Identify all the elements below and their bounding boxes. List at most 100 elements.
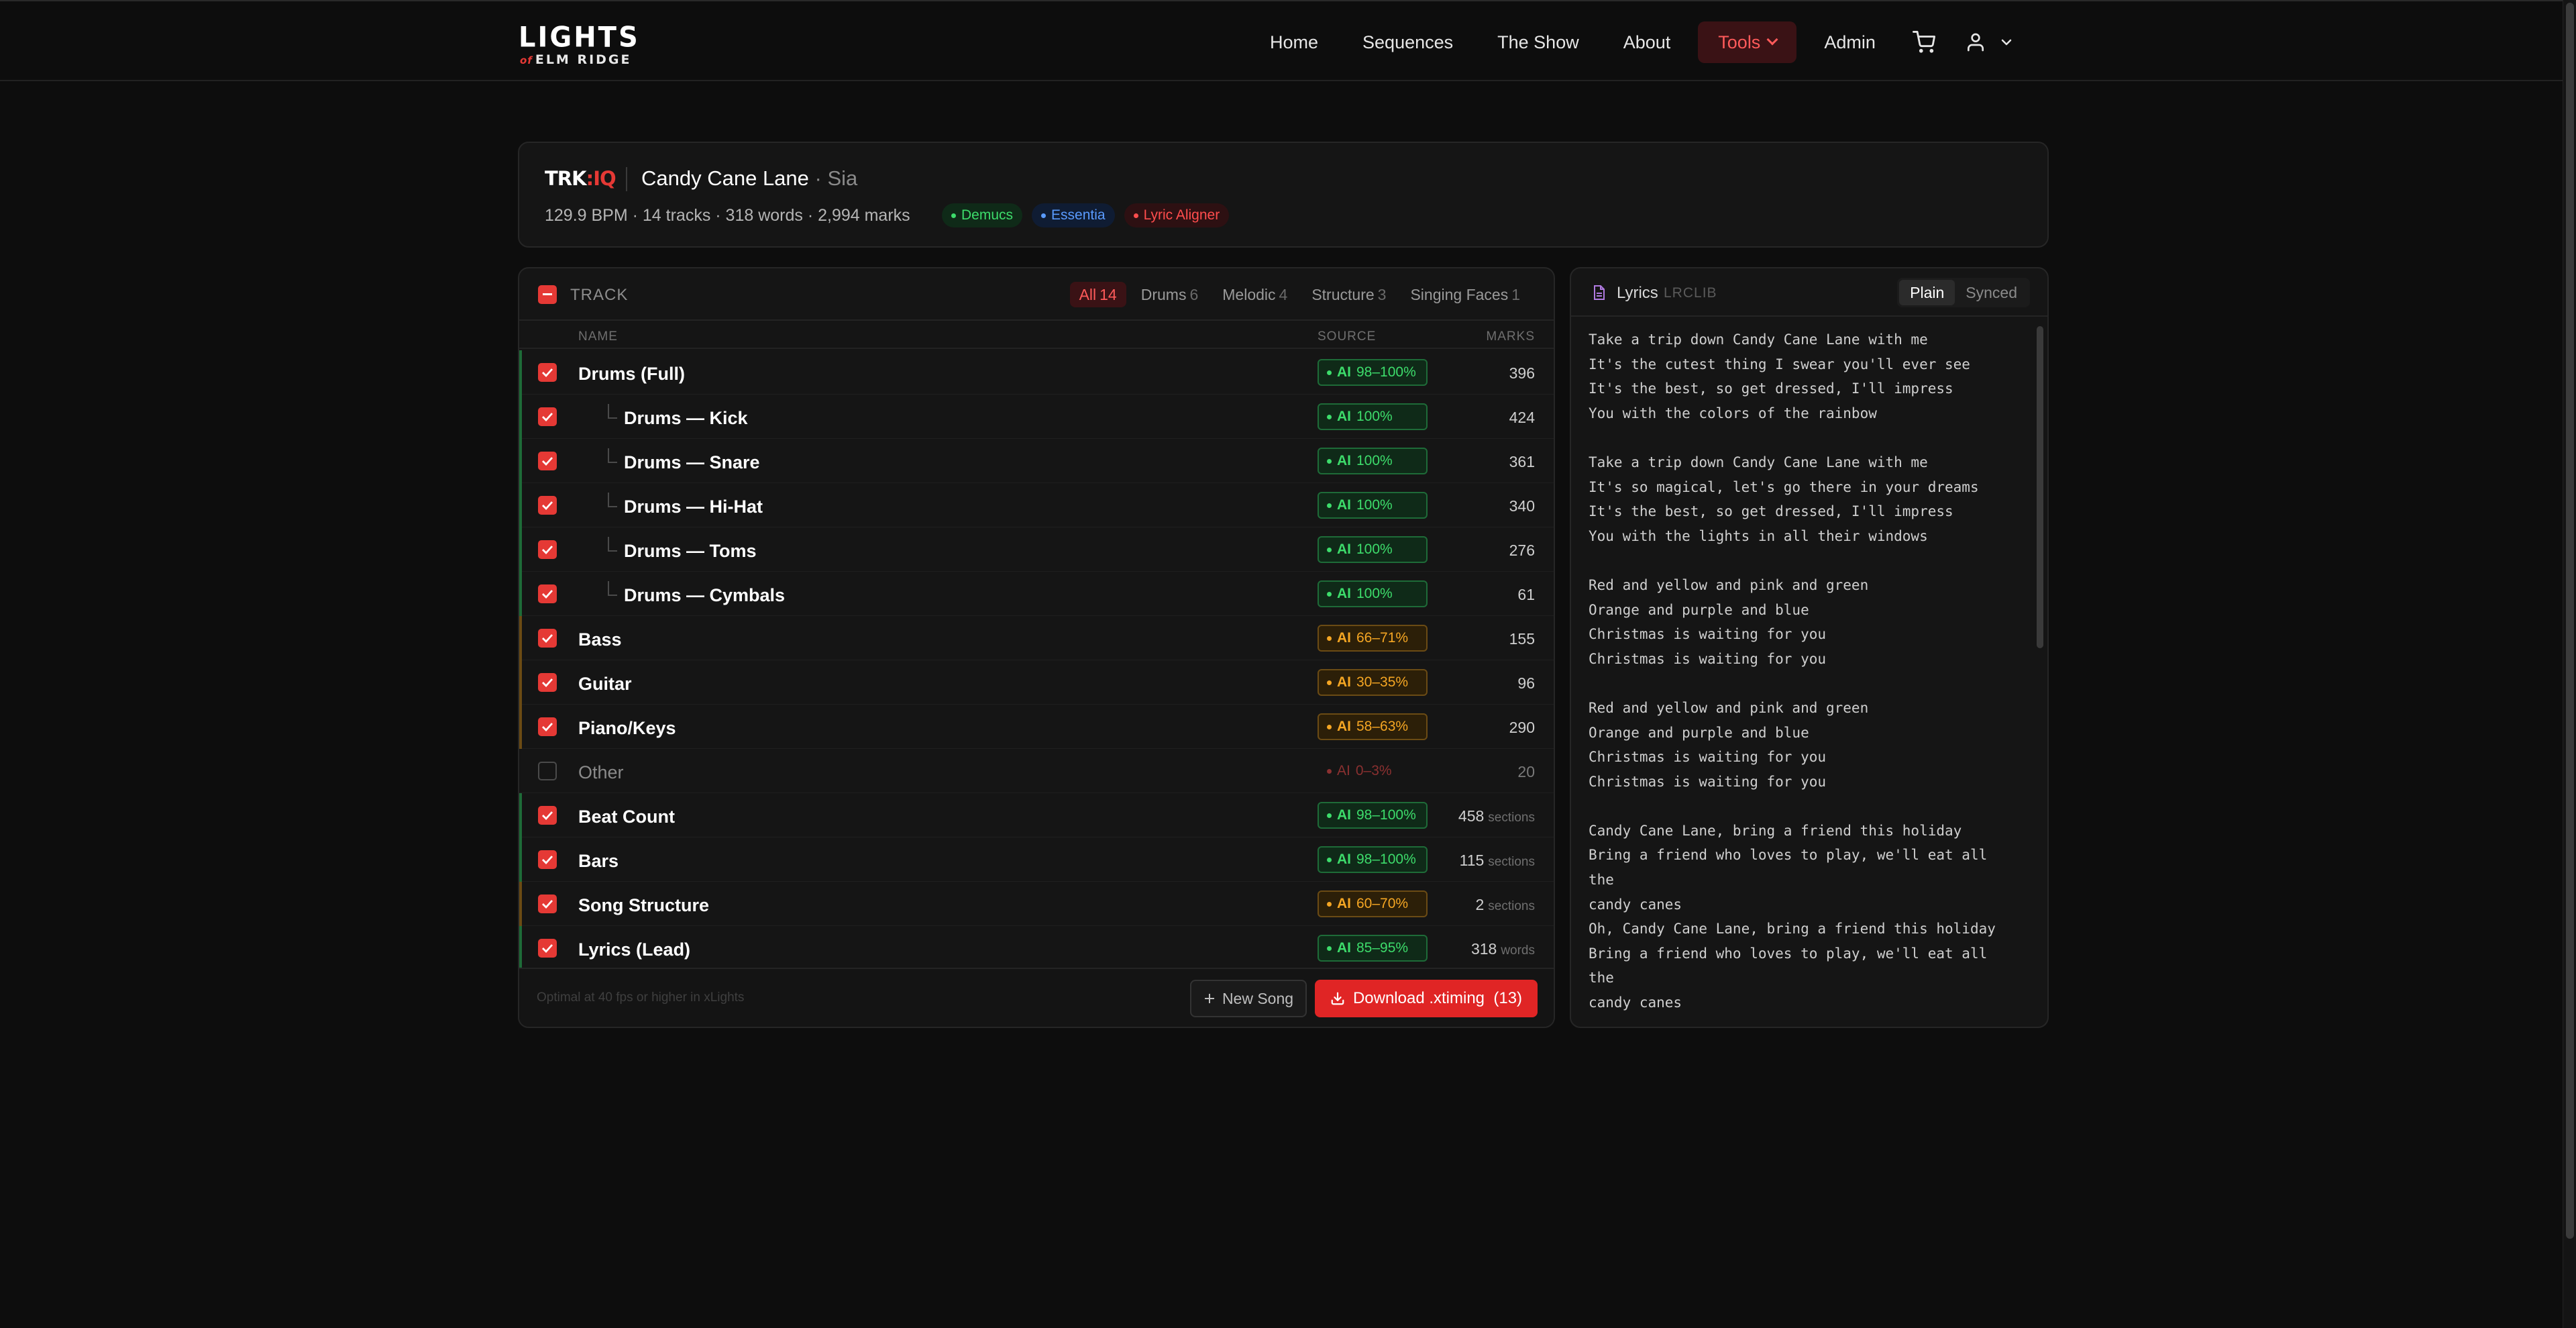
row-accent — [519, 793, 522, 837]
status-dot — [1327, 680, 1332, 685]
source-confidence: 100% — [1356, 542, 1393, 557]
new-song-button[interactable]: New Song — [1190, 980, 1307, 1017]
nav-sequences[interactable]: Sequences — [1340, 21, 1475, 63]
table-row[interactable]: Drums — Snare AI 100% 361 — [519, 439, 1554, 483]
site-logo[interactable]: LIGHTS of ELM RIDGE — [519, 23, 640, 67]
source-ai: AI — [1337, 940, 1351, 956]
row-accent — [519, 395, 522, 439]
lyric-line — [1589, 671, 2018, 696]
status-dot — [1327, 901, 1332, 907]
row-checkbox[interactable] — [538, 762, 557, 780]
row-checkbox[interactable] — [538, 407, 557, 426]
filter-label: Structure — [1311, 285, 1375, 303]
lyric-line — [1589, 548, 2018, 573]
table-row[interactable]: Drums (Full) AI 98–100% 396 — [519, 350, 1554, 395]
row-checkbox[interactable] — [538, 629, 557, 648]
nav-admin[interactable]: Admin — [1802, 21, 1898, 63]
status-dot — [1327, 591, 1332, 597]
table-row[interactable]: Drums — Toms AI 100% 276 — [519, 527, 1554, 572]
check-icon — [542, 413, 553, 422]
table-row[interactable]: Bass AI 66–71% 155 — [519, 616, 1554, 660]
table-row[interactable]: Drums — Hi-Hat AI 100% 340 — [519, 483, 1554, 527]
track-name: Piano/Keys — [578, 718, 676, 738]
row-checkbox[interactable] — [538, 939, 557, 958]
source-badge: AI 98–100% — [1318, 846, 1428, 873]
nav-the-show[interactable]: The Show — [1475, 21, 1601, 63]
row-checkbox[interactable] — [538, 895, 557, 913]
page-scrollbar-thumb[interactable] — [2566, 3, 2574, 1239]
row-accent — [519, 660, 522, 705]
nav-home[interactable]: Home — [1248, 21, 1340, 63]
source-ai: AI — [1337, 497, 1351, 513]
filter-structure[interactable]: Structure 3 — [1302, 282, 1395, 307]
source-ai: AI — [1337, 453, 1351, 468]
user-icon — [1967, 33, 1984, 52]
filter-drums[interactable]: Drums 6 — [1132, 282, 1208, 307]
lyrics-scrollbar[interactable] — [2037, 326, 2043, 1024]
nav-about[interactable]: About — [1601, 21, 1693, 63]
row-checkbox[interactable] — [538, 496, 557, 515]
mode-plain-button[interactable]: Plain — [1899, 280, 1955, 305]
lyrics-title: Lyrics — [1617, 284, 1658, 302]
source-confidence: 100% — [1356, 497, 1393, 513]
download-icon — [1331, 992, 1344, 1005]
track-name: Song Structure — [578, 895, 710, 915]
lyrics-header: Lyrics LRCLIB Plain Synced — [1571, 268, 2047, 317]
select-all-checkbox[interactable] — [538, 285, 557, 304]
row-checkbox[interactable] — [538, 850, 557, 869]
song-artist: · Sia — [808, 166, 858, 190]
row-checkbox[interactable] — [538, 452, 557, 470]
page-scrollbar[interactable] — [2563, 0, 2576, 1328]
table-row[interactable]: Piano/Keys AI 58–63% 290 — [519, 705, 1554, 749]
mode-synced-button[interactable]: Synced — [1955, 280, 2028, 305]
source-badge: AI 100% — [1318, 492, 1428, 519]
check-icon — [542, 944, 553, 954]
filter-singing-faces[interactable]: Singing Faces 1 — [1401, 282, 1529, 307]
track-table-title: TRACK — [570, 286, 629, 304]
table-row[interactable]: Drums — Cymbals AI 100% 61 — [519, 572, 1554, 616]
row-checkbox[interactable] — [538, 584, 557, 603]
lyric-line: Candy Cane Lane, bring a friend this hol… — [1589, 822, 1962, 839]
table-row[interactable]: Other AI 0–3% 20 — [519, 749, 1554, 793]
row-checkbox[interactable] — [538, 673, 557, 692]
track-name: Bass — [578, 629, 622, 650]
logo-sub: ELM RIDGE — [535, 52, 632, 67]
lyrics-scrollbar-thumb[interactable] — [2037, 326, 2043, 648]
filter-count: 1 — [1511, 285, 1520, 303]
song-title: Candy Cane Lane · Sia — [641, 166, 857, 191]
marks-value: 155 — [1509, 630, 1535, 648]
chevron-down-icon — [2001, 39, 2012, 46]
marks-count: 458 sections — [1458, 807, 1535, 825]
table-row[interactable]: Guitar AI 30–35% 96 — [519, 660, 1554, 705]
table-row[interactable]: Lyrics (Lead) AI 85–95% 318 words — [519, 926, 1554, 970]
nav-tools[interactable]: Tools — [1698, 21, 1797, 63]
marks-count: 424 — [1509, 409, 1535, 427]
source-confidence: 85–95% — [1356, 940, 1409, 956]
download-xtiming-button[interactable]: Download .xtiming (13) — [1315, 980, 1538, 1017]
row-checkbox[interactable] — [538, 717, 557, 736]
table-row[interactable]: Drums — Kick AI 100% 424 — [519, 395, 1554, 439]
table-row[interactable]: Song Structure AI 60–70% 2 sections — [519, 882, 1554, 926]
row-checkbox[interactable] — [538, 363, 557, 382]
row-checkbox[interactable] — [538, 540, 557, 559]
check-icon — [542, 856, 553, 865]
table-row[interactable]: Beat Count AI 98–100% 458 sections — [519, 793, 1554, 837]
lyric-line: You with the lights in all their windows — [1589, 527, 1928, 544]
source-badge: AI 100% — [1318, 580, 1428, 607]
marks-value: 115 — [1459, 852, 1485, 869]
table-row[interactable]: Bars AI 98–100% 115 sections — [519, 837, 1554, 882]
filter-all[interactable]: All 14 — [1069, 282, 1126, 307]
account-menu-button[interactable] — [1950, 21, 2029, 63]
source-badge: AI 98–100% — [1318, 802, 1428, 829]
tree-branch-icon — [608, 448, 617, 463]
source-badge: AI 66–71% — [1318, 625, 1428, 652]
lyric-line: You with the colors of the rainbow — [1589, 405, 1877, 421]
filter-melodic[interactable]: Melodic 4 — [1213, 282, 1297, 307]
status-dot — [1327, 414, 1332, 419]
lyric-line: It's the cutest thing I swear you'll eve… — [1589, 356, 1970, 372]
row-checkbox[interactable] — [538, 806, 557, 825]
cart-button[interactable] — [1898, 21, 1950, 63]
tag-label: Essentia — [1051, 207, 1106, 223]
marks-count: 61 — [1517, 586, 1535, 604]
lyric-line: candy canes — [1589, 994, 1682, 1011]
